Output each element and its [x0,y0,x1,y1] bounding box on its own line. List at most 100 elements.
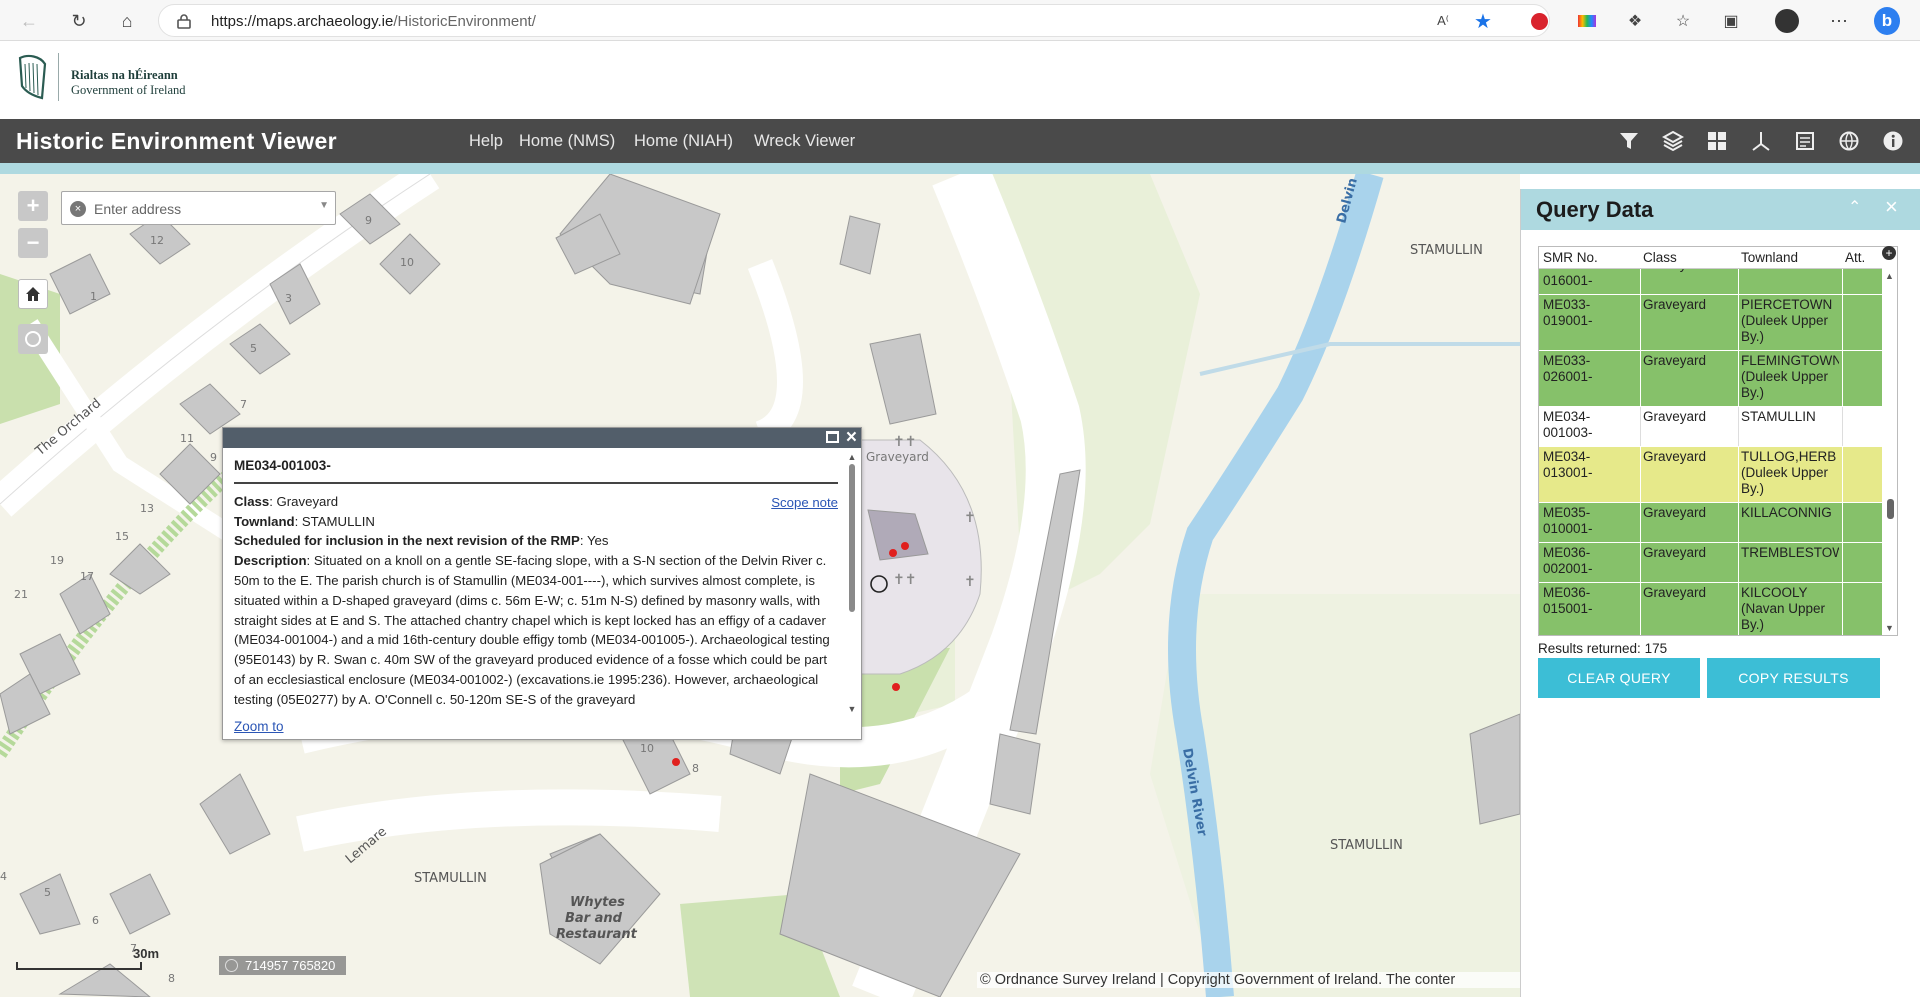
nav-wreck-viewer[interactable]: Wreck Viewer [754,132,855,151]
address-search[interactable]: × ▼ [61,191,336,225]
more-menu-icon[interactable]: ⋯ [1826,8,1852,34]
scroll-thumb[interactable] [1887,499,1894,519]
svg-text:21: 21 [14,588,28,601]
scope-note-link[interactable]: Scope note [771,493,838,513]
results-count: Results returned: 175 [1538,641,1667,656]
favorites-icon[interactable]: ☆ [1670,8,1696,34]
svg-text:✝✝: ✝✝ [893,434,916,450]
refresh-icon[interactable]: ↻ [66,8,92,34]
adblock-extension-icon[interactable] [1526,8,1552,34]
locate-button[interactable] [18,324,48,354]
scroll-up-icon[interactable]: ▲ [1885,271,1894,281]
nav-help[interactable]: Help [469,132,503,151]
filter-icon[interactable] [1616,128,1642,154]
clear-query-button[interactable]: CLEAR QUERY [1538,658,1700,698]
header-accent-strip [0,163,1920,174]
read-aloud-icon[interactable]: A⁽ [1430,8,1456,34]
table-row[interactable]: ME033-019001- Graveyard PIERCETOWN (Duleek… [1539,295,1882,351]
svg-text:17: 17 [80,570,94,583]
svg-text:15: 15 [115,530,129,543]
table-row[interactable]: ME034-001003- Graveyard STAMULLIN [1539,407,1882,447]
zoom-in-button[interactable]: + [18,191,48,221]
townland-label-stamullin-3: STAMULLIN [1410,243,1483,258]
copy-results-button[interactable]: COPY RESULTS [1707,658,1880,698]
profile-avatar[interactable] [1774,8,1800,34]
collections-icon[interactable]: ▣ [1718,8,1744,34]
svg-text:5: 5 [44,886,51,899]
popup-description-row: Description: Situated on a knoll on a ge… [234,553,830,707]
table-row[interactable]: ME033-026001- Graveyard FLEMINGTOWN (Dulee… [1539,351,1882,407]
scroll-up-icon[interactable]: ▲ [847,452,857,462]
address-bar[interactable]: https://maps.archaeology.ie/HistoricEnvi… [158,4,1550,37]
table-row[interactable]: ME034-013001- Graveyard TULLOG,HERB (Dulee… [1539,447,1882,503]
column-separator [1640,503,1641,542]
column-separator [1640,351,1641,406]
info-icon[interactable] [1880,128,1906,154]
townland-cell: TREMBLESTOWN [1741,545,1839,560]
copilot-icon[interactable]: b [1874,7,1900,35]
column-header-class[interactable]: Class [1643,250,1677,265]
description-text: Situated on a knoll on a gentle SE-facin… [234,553,830,707]
table-row[interactable]: ME035-010001- Graveyard KILLACONNIG [1539,503,1882,543]
color-extension-icon[interactable] [1574,8,1600,34]
collapse-icon[interactable]: ⌃ [1848,197,1861,217]
column-header-smr[interactable]: SMR No. [1543,250,1598,265]
gov-header: Rialtas na hÉireann Government of Irelan… [0,41,1920,119]
class-cell: Graveyard [1643,297,1707,312]
query-panel: Query Data ⌃ × ME033-016001-GraveyardROA… [1520,189,1920,997]
home-extent-button[interactable] [18,279,48,309]
measure-icon[interactable] [1748,128,1774,154]
query-panel-header: Query Data ⌃ × [1521,189,1920,230]
zoom-out-button[interactable]: − [18,228,48,258]
back-icon[interactable]: ← [16,8,42,34]
browser-toolbar: ← ↻ ⌂ https://maps.archaeology.ie/Histor… [0,0,1920,41]
add-column-icon[interactable]: + [1882,246,1896,260]
maximize-icon[interactable] [826,431,839,443]
scroll-down-icon[interactable]: ▼ [1885,623,1894,633]
feature-popup: × ME034-001003- Scope note Class: Gravey… [222,427,862,740]
column-separator [1842,351,1843,406]
scroll-down-icon[interactable]: ▼ [847,704,857,714]
column-header-att[interactable]: Att. [1845,250,1865,265]
scroll-thumb[interactable] [849,464,855,612]
gov-name-english: Government of Ireland [71,83,186,97]
harp-logo-icon [18,54,47,100]
close-icon[interactable]: × [1885,194,1898,220]
address-search-input[interactable] [94,199,314,219]
nav-home-niah[interactable]: Home (NIAH) [634,132,733,151]
column-separator [1738,503,1739,542]
class-cell: Graveyard [1643,409,1707,424]
locate-icon [25,331,41,347]
table-row[interactable]: ME036-002001- Graveyard TREMBLESTOWN [1539,543,1882,583]
smr-cell: ME036-015001- [1543,585,1593,616]
home-icon[interactable]: ⌂ [114,8,140,34]
column-separator [1738,407,1739,446]
table-row[interactable]: ME036-015001- Graveyard KILCOOLY (Navan Up… [1539,583,1882,635]
svg-text:3: 3 [285,292,292,305]
table-scrollbar[interactable]: ▲ ▼ [1883,269,1897,635]
logo-divider [58,53,59,101]
clear-search-icon[interactable]: × [70,201,86,217]
townland-label-stamullin-1: STAMULLIN [414,871,487,886]
townland-label: Townland [234,513,295,529]
extensions-puzzle-icon[interactable]: ❖ [1622,8,1648,34]
svg-text:19: 19 [50,554,64,567]
url-text: https://maps.archaeology.ie/HistoricEnvi… [211,13,536,30]
class-cell: Graveyard [1643,505,1707,520]
chevron-down-icon[interactable]: ▼ [319,200,329,211]
layers-icon[interactable] [1660,128,1686,154]
favorite-star-icon[interactable]: ★ [1470,8,1496,34]
svg-text:1: 1 [90,290,97,303]
popup-scrollbar[interactable]: ▲ ▼ [847,452,857,716]
lock-icon [177,14,191,29]
print-report-icon[interactable] [1792,128,1818,154]
close-icon[interactable]: × [846,427,857,449]
class-cell: Graveyard [1643,449,1707,464]
basemap-grid-icon[interactable] [1704,128,1730,154]
townland-cell: STAMULLIN [1741,409,1816,424]
zoom-to-link[interactable]: Zoom to [234,719,284,734]
column-header-townland[interactable]: Townland [1741,250,1798,265]
nav-home-nms[interactable]: Home (NMS) [519,132,615,151]
globe-icon[interactable] [1836,128,1862,154]
popup-titlebar: × [223,427,861,449]
